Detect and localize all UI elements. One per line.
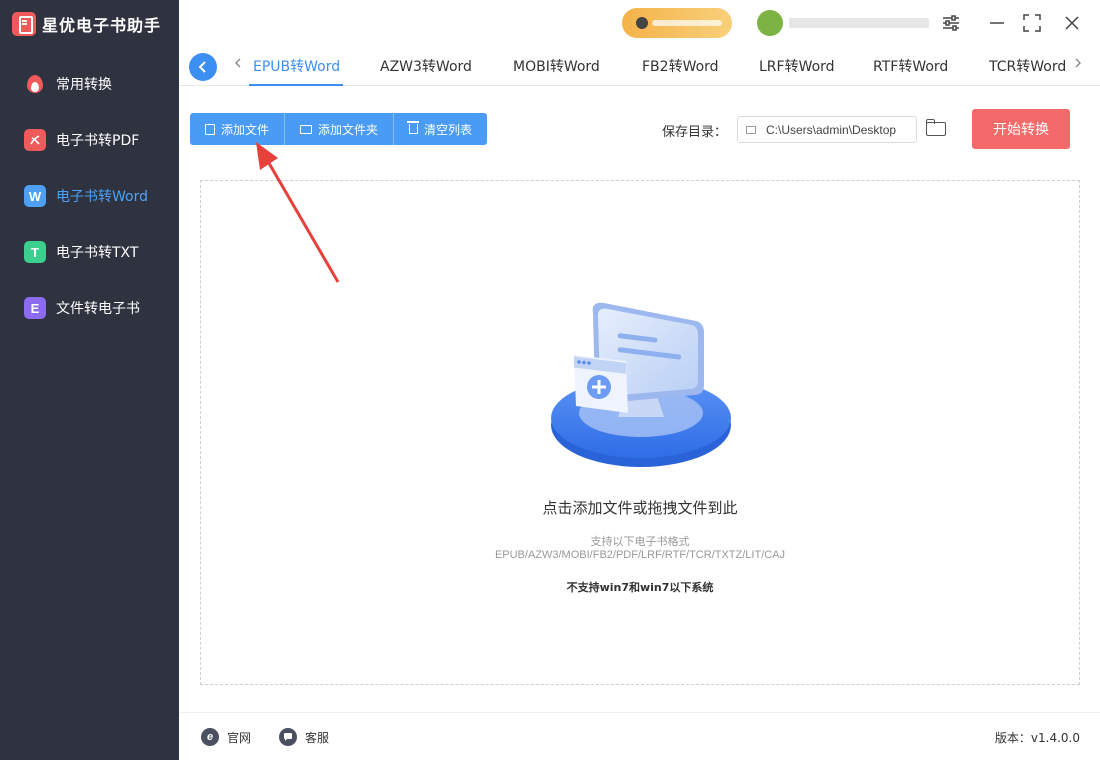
tab-mobi-to-word[interactable]: MOBI转Word [513, 56, 600, 76]
txt-icon: T [24, 241, 46, 263]
add-folder-button[interactable]: 添加文件夹 [285, 113, 395, 145]
add-file-button[interactable]: 添加文件 [190, 113, 286, 145]
minimize-icon[interactable] [984, 10, 1010, 36]
promo-button[interactable] [622, 8, 732, 38]
file-icon [205, 123, 215, 135]
file-drop-zone[interactable]: 点击添加文件或拖拽文件到此 支持以下电子书格式 EPUB/AZW3/MOBI/F… [200, 180, 1080, 685]
chevron-left-icon[interactable] [234, 57, 242, 73]
supported-formats-list: EPUB/AZW3/MOBI/FB2/PDF/LRF/RTF/TCR/TXTZ/… [494, 549, 786, 561]
browse-folder-icon[interactable] [926, 119, 946, 136]
sidebar-nav: 常用转换 电子书转PDF W 电子书转Word T 电子书转TXT E 文件转电… [0, 56, 179, 336]
sidebar-item-label: 电子书转PDF [56, 133, 140, 149]
folder-icon [300, 124, 313, 134]
clear-list-label: 清空列表 [424, 122, 473, 137]
promo-redacted [652, 20, 722, 26]
tab-fb2-to-word[interactable]: FB2转Word [642, 56, 719, 76]
save-directory-field[interactable]: C:\Users\admin\Desktop [737, 116, 917, 143]
chevron-right-icon[interactable] [1074, 57, 1082, 73]
app-brand: 星优电子书助手 [12, 10, 161, 38]
tab-epub-to-word[interactable]: EPUB转Word [253, 56, 340, 76]
chat-icon [279, 728, 297, 746]
sidebar-item-ebook-to-pdf[interactable]: 电子书转PDF [0, 112, 179, 168]
fire-icon [24, 73, 46, 95]
drop-zone-title: 点击添加文件或拖拽文件到此 [542, 499, 738, 517]
customer-service-link[interactable]: 客服 [279, 728, 329, 746]
maximize-icon[interactable] [1019, 10, 1045, 36]
status-bar: e 官网 客服 版本：v1.4.0.0 [179, 712, 1100, 760]
sidebar-item-file-to-ebook[interactable]: E 文件转电子书 [0, 280, 179, 336]
file-toolbar: 添加文件 添加文件夹 清空列表 [190, 113, 488, 145]
app-logo-icon [12, 12, 36, 36]
customer-service-label: 客服 [305, 730, 330, 745]
browser-icon: e [201, 728, 219, 746]
sidebar-item-label: 常用转换 [56, 77, 112, 93]
format-tabs: EPUB转Word AZW3转Word MOBI转Word FB2转Word L… [179, 48, 1100, 86]
tab-tcr-to-word[interactable]: TCR转Word [989, 56, 1067, 76]
avatar[interactable] [757, 10, 783, 36]
tab-azw3-to-word[interactable]: AZW3转Word [380, 56, 472, 76]
trash-icon [407, 121, 420, 134]
add-file-illustration [551, 302, 731, 467]
title-bar [179, 0, 1100, 48]
add-file-label: 添加文件 [221, 122, 270, 137]
active-tab-indicator [249, 84, 343, 86]
save-directory-label: 保存目录： [662, 125, 728, 140]
tab-lrf-to-word[interactable]: LRF转Word [759, 56, 835, 76]
pdf-icon [24, 129, 46, 151]
sidebar-item-label: 文件转电子书 [56, 301, 140, 317]
sidebar-item-ebook-to-txt[interactable]: T 电子书转TXT [0, 224, 179, 280]
user-info-redacted [789, 18, 929, 28]
settings-icon[interactable] [938, 10, 964, 36]
sidebar-item-common[interactable]: 常用转换 [0, 56, 179, 112]
back-button[interactable] [189, 53, 217, 81]
clear-list-button[interactable]: 清空列表 [394, 113, 487, 145]
version-label: 版本：v1.4.0.0 [994, 731, 1080, 745]
start-convert-button[interactable]: 开始转换 [972, 109, 1070, 149]
app-title: 星优电子书助手 [42, 16, 162, 35]
sidebar-item-ebook-to-word[interactable]: W 电子书转Word [0, 168, 179, 224]
official-site-link[interactable]: e 官网 [201, 728, 251, 746]
folder-small-icon [746, 125, 756, 134]
sidebar: 星优电子书助手 常用转换 电子书转PDF W 电子书转Word T 电子书转TX… [0, 0, 179, 760]
ebook-icon: E [24, 297, 46, 319]
add-folder-label: 添加文件夹 [318, 122, 379, 137]
save-directory-value: C:\Users\admin\Desktop [766, 122, 897, 137]
close-icon[interactable] [1059, 10, 1085, 36]
promo-icon [636, 17, 648, 29]
system-warning: 不支持win7和win7以下系统 [566, 581, 714, 594]
official-site-label: 官网 [227, 730, 252, 745]
sidebar-item-label: 电子书转Word [56, 189, 148, 205]
sidebar-item-label: 电子书转TXT [56, 245, 139, 261]
tab-rtf-to-word[interactable]: RTF转Word [873, 56, 948, 76]
supported-formats-heading: 支持以下电子书格式 [590, 535, 690, 548]
word-icon: W [24, 185, 46, 207]
